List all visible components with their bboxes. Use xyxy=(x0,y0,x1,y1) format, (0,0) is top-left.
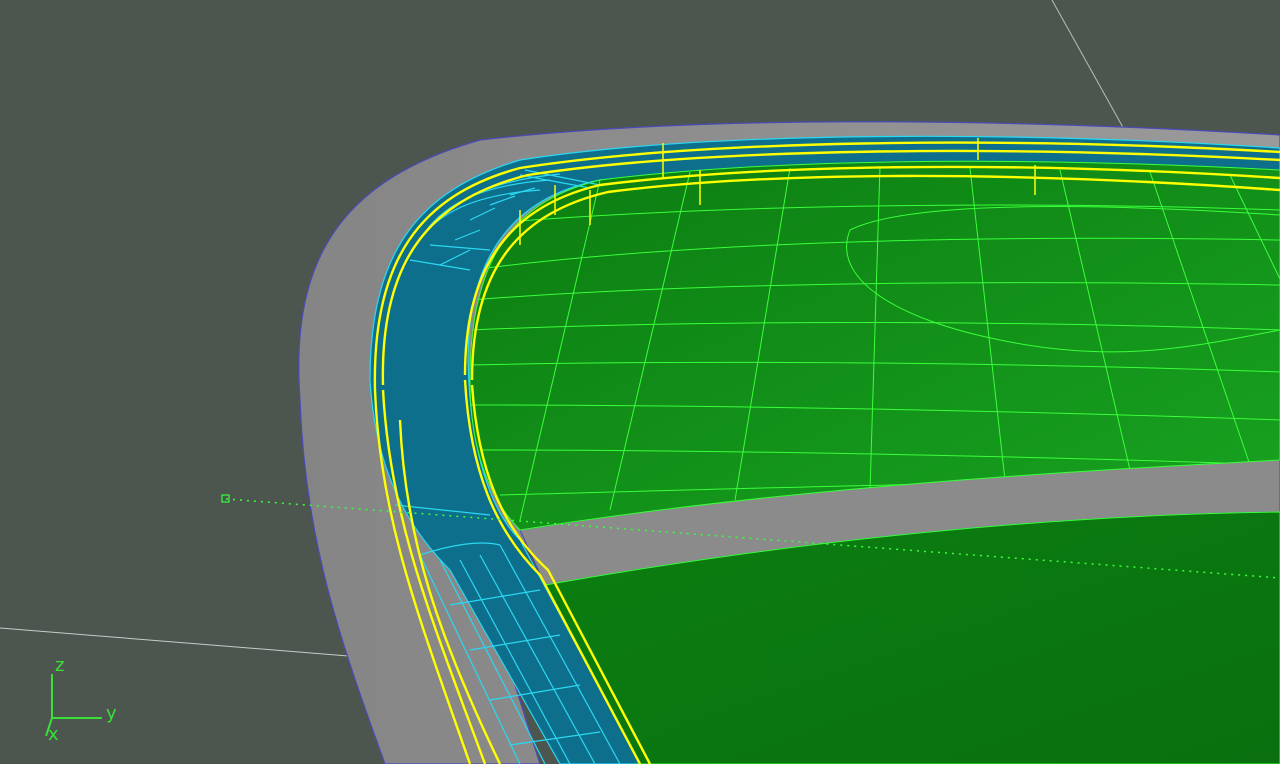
scene-canvas[interactable] xyxy=(0,0,1280,764)
3d-viewport[interactable]: z y x xyxy=(0,0,1280,764)
grid-line xyxy=(1051,0,1131,141)
